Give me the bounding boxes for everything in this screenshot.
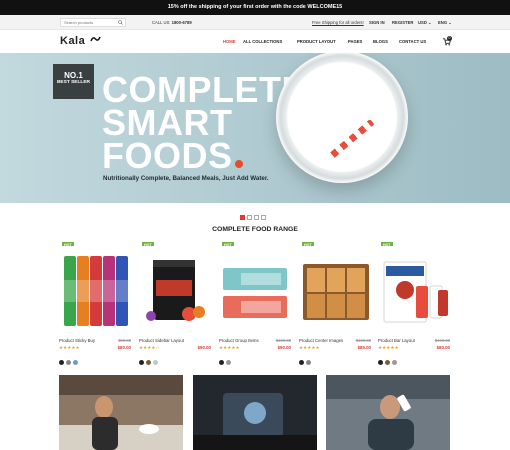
call-us: CALL US: 1800-6789: [152, 20, 192, 25]
product-name[interactable]: Product Bar Layout: [378, 338, 415, 343]
search-input[interactable]: [61, 19, 115, 26]
nav-pages[interactable]: PAGES: [348, 39, 362, 44]
banner-supplement-bag[interactable]: [193, 375, 317, 450]
nav-all-collections[interactable]: ALL COLLECTIONS: [243, 39, 282, 44]
color-swatches: [378, 352, 399, 370]
swatch-black[interactable]: [59, 360, 64, 365]
product-image-amino-energy[interactable]: [139, 246, 212, 330]
product-old-price: $90.00: [118, 338, 131, 343]
product-image-chews[interactable]: [59, 246, 132, 330]
product-name[interactable]: Product Center Images: [299, 338, 343, 343]
headline-line-3-text: FOODS: [102, 135, 233, 176]
language-value: ENG: [438, 20, 448, 25]
swatch-grey[interactable]: [306, 360, 311, 365]
slider-dot-3[interactable]: [254, 215, 259, 220]
badge-label: BEST SELLER: [56, 80, 91, 85]
top-utility-bar: CALL US: 1800-6789 Free Shipping for all…: [0, 15, 510, 30]
currency-value: USD: [418, 20, 427, 25]
banner-man-drinking[interactable]: [326, 375, 450, 450]
search-icon[interactable]: [118, 20, 123, 25]
swatch-black[interactable]: [139, 360, 144, 365]
color-swatches: [299, 352, 313, 370]
milk-glass-image: [276, 53, 408, 183]
product-rating: ★★★★☆: [139, 345, 160, 350]
color-swatches: [219, 352, 233, 370]
product-name[interactable]: Product Group Items: [219, 338, 259, 343]
sign-in-link[interactable]: SIGN IN: [369, 20, 385, 25]
product-rating: ★★★★★: [299, 345, 320, 350]
product-image-protein-bar[interactable]: [219, 246, 292, 330]
section-title: COMPLETE FOOD RANGE: [212, 226, 298, 233]
product-card[interactable]: HOT Product Sidebar Layout ★★★★☆ $90.00: [139, 242, 212, 365]
best-seller-badge: NO.1 BEST SELLER: [53, 64, 94, 99]
red-dot-icon: [234, 160, 243, 168]
swatch-light-blue[interactable]: [153, 360, 158, 365]
color-swatches: [139, 352, 160, 370]
product-name[interactable]: Product Sidebar Layout: [139, 338, 184, 343]
product-rating: ★★★★★: [219, 345, 240, 350]
badge-rank: NO.1: [64, 71, 83, 80]
swatch-black[interactable]: [219, 360, 224, 365]
product-rating: ★★★★★: [59, 345, 80, 350]
nav-home[interactable]: HOME: [223, 39, 236, 44]
product-old-price: $190.00: [355, 338, 371, 343]
free-shipping-link[interactable]: Free Shipping for all orders!: [312, 20, 364, 25]
swatch-black[interactable]: [378, 360, 383, 365]
product-card[interactable]: HOT NEW Product Bar Layout $190.00 ★★★★★…: [378, 242, 451, 365]
chevron-down-icon: ⌄: [448, 20, 452, 25]
nav-blogs[interactable]: BLOGS: [373, 39, 388, 44]
product-name[interactable]: Product Sticky Buy: [59, 338, 95, 343]
product-card[interactable]: HOT Product Sticky Buy $90.00 ★★★★★ $80.…: [59, 242, 132, 365]
announcement-bar: 15% off the shipping of your first order…: [0, 0, 510, 15]
slider-dot-4[interactable]: [261, 215, 266, 220]
product-price: $90.00: [197, 345, 211, 350]
swatch-brown[interactable]: [146, 360, 151, 365]
product-old-price: $190.00: [434, 338, 450, 343]
product-price: $90.00: [277, 345, 291, 350]
call-us-label: CALL US:: [152, 20, 171, 25]
cart-count-badge: 0: [447, 36, 452, 41]
swatch-grey[interactable]: [226, 360, 231, 365]
nav-product-layout[interactable]: PRODUCT LAYOUT: [297, 39, 336, 44]
slider-dot-2[interactable]: [247, 215, 252, 220]
logo-text: Kala: [60, 35, 86, 47]
product-image-bites-box[interactable]: [299, 246, 372, 330]
site-header: Kala HOME ALL COLLECTIONS PRODUCT LAYOUT…: [0, 30, 510, 53]
chevron-down-icon: ⌄: [428, 20, 432, 25]
product-image-snack-pack[interactable]: [378, 246, 451, 330]
nav-contact-us[interactable]: CONTACT US: [399, 39, 426, 44]
product-old-price: $190.00: [275, 338, 291, 343]
banner-woman-kitchen[interactable]: [59, 375, 183, 450]
slider-dots: [240, 207, 268, 225]
currency-select[interactable]: USD ⌄: [418, 20, 432, 25]
product-card[interactable]: HOT Product Center Images $190.00 ★★★★★ …: [299, 242, 372, 365]
slider-dot-1[interactable]: [240, 215, 245, 220]
product-price: $85.00: [357, 345, 371, 350]
site-logo[interactable]: Kala: [60, 35, 101, 47]
call-us-number[interactable]: 1800-6789: [172, 20, 192, 25]
language-select[interactable]: ENG ⌄: [438, 20, 452, 25]
headline-line-3: FOODS: [102, 138, 306, 174]
swatch-grey[interactable]: [66, 360, 71, 365]
product-rating: ★★★★★: [378, 345, 399, 350]
swatch-brown[interactable]: [385, 360, 390, 365]
product-price: $80.00: [436, 345, 450, 350]
logo-mark-icon: [90, 36, 101, 42]
color-swatches: [59, 352, 80, 370]
swatch-blue[interactable]: [73, 360, 78, 365]
swatch-black[interactable]: [299, 360, 304, 365]
register-link[interactable]: REGISTER: [392, 20, 413, 25]
product-card[interactable]: HOT NEW Product Group Items $190.00 ★★★★…: [219, 242, 292, 365]
search-box[interactable]: [60, 18, 126, 27]
product-price: $80.00: [117, 345, 131, 350]
hero-subtitle: Nutritionally Complete, Balanced Meals, …: [103, 175, 269, 182]
swatch-grey[interactable]: [392, 360, 397, 365]
hero-banner[interactable]: NO.1 BEST SELLER COMPLETE SMART FOODS Nu…: [0, 53, 510, 203]
